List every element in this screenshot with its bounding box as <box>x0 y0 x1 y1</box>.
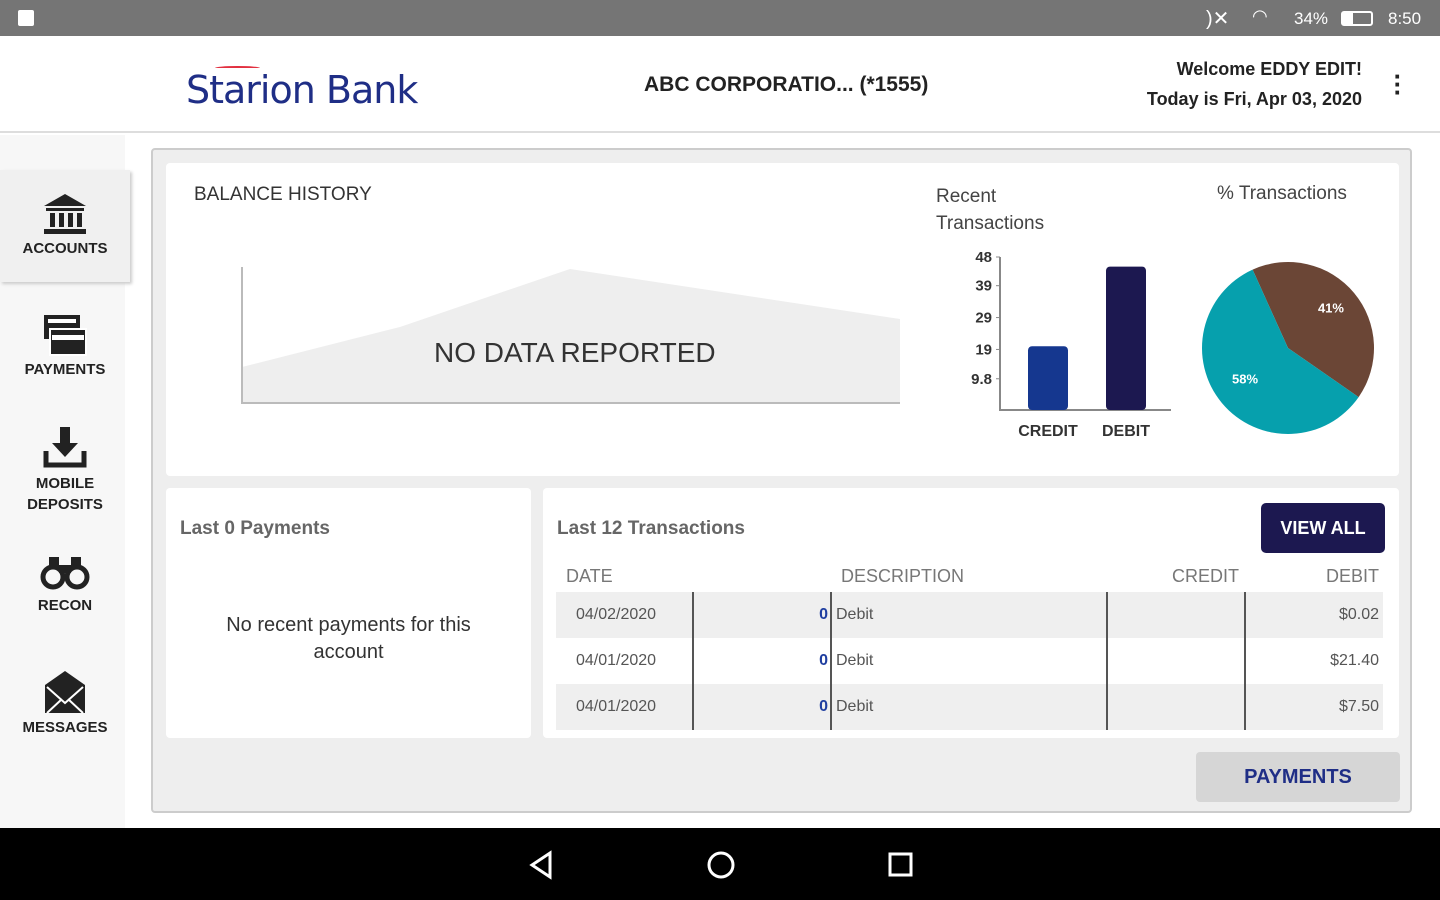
sidebar-item-recon[interactable]: RECON <box>0 553 130 614</box>
sidebar: ACCOUNTS PAYMENTS MOBILE DEPOSITS RECON … <box>0 135 130 828</box>
table-row[interactable]: 04/01/2020 0 Debit $7.50 <box>556 684 1383 730</box>
row-number: 0 <box>692 684 831 730</box>
status-bar: )✕ ◠ 34% 8:50 <box>0 0 1440 36</box>
row-debit: $0.02 <box>1244 592 1383 638</box>
pie-slice-label: 58% <box>1232 372 1258 387</box>
sidebar-item-payments[interactable]: PAYMENTS <box>0 313 130 378</box>
sidebar-label: MESSAGES <box>22 719 108 736</box>
column-debit: DEBIT <box>1325 565 1379 586</box>
row-description: Debit <box>830 638 1107 684</box>
column-date: DATE <box>566 565 613 586</box>
row-debit: $7.50 <box>1244 684 1383 730</box>
balance-card: BALANCE HISTORY NO DATA REPORTED Recent … <box>166 163 1399 476</box>
transactions-card-title: Last 12 Transactions <box>557 518 745 539</box>
row-description: Debit <box>830 592 1107 638</box>
envelope-icon <box>45 671 85 714</box>
bar-debit <box>1106 266 1146 410</box>
balance-history-title: BALANCE HISTORY <box>194 184 372 205</box>
recent-transactions-bar-chart: 9.8 19 29 39 48 CREDIT DEBIT <box>971 249 1171 440</box>
sidebar-label: MOBILE DEPOSITS <box>27 475 103 513</box>
mute-icon: )✕ <box>1206 8 1230 30</box>
table-row[interactable]: 04/01/2020 0 Debit $21.40 <box>556 638 1383 684</box>
transactions-card: Last 12 Transactions VIEW ALL DATE DESCR… <box>543 488 1399 738</box>
payments-card-title: Last 0 Payments <box>180 518 330 539</box>
table-row[interactable]: 04/02/2020 0 Debit $0.02 <box>556 592 1383 638</box>
percent-transactions-pie-chart: 41% 58% <box>1202 262 1374 434</box>
battery-icon <box>1341 11 1373 26</box>
transactions-table: DATE DESCRIPTION CREDIT DEBIT 04/02/2020… <box>556 560 1383 730</box>
sidebar-label: RECON <box>37 597 93 614</box>
recent-transactions-title: Recent Transactions <box>936 186 1045 234</box>
binoculars-icon <box>40 557 90 590</box>
sidebar-label: ACCOUNTS <box>22 240 108 257</box>
sidebar-item-accounts[interactable]: ACCOUNTS <box>0 170 130 282</box>
logo-star-swoosh <box>215 66 260 70</box>
bar-credit <box>1028 346 1068 410</box>
y-tick-label: 39 <box>975 278 992 295</box>
download-icon <box>43 427 87 468</box>
x-tick-label: DEBIT <box>1102 423 1150 440</box>
payments-button[interactable]: PAYMENTS <box>1196 752 1400 802</box>
row-debit: $21.40 <box>1244 638 1383 684</box>
row-number: 0 <box>692 592 831 638</box>
welcome-text: Welcome EDDY EDIT! <box>1176 59 1362 79</box>
row-date: 04/01/2020 <box>576 652 657 669</box>
column-credit: CREDIT <box>1172 565 1239 586</box>
y-tick-label: 9.8 <box>971 371 992 388</box>
percent-transactions-title: % Transactions <box>1217 183 1347 204</box>
sidebar-item-messages[interactable]: MESSAGES <box>0 669 130 736</box>
no-payments-text: No recent payments for this account <box>226 614 471 663</box>
starion-bank-logo: Starion Bank <box>186 68 418 112</box>
row-date: 04/02/2020 <box>576 606 657 623</box>
no-data-text: NO DATA REPORTED <box>434 337 716 368</box>
row-number: 0 <box>692 638 831 684</box>
account-selector[interactable]: ABC CORPORATIO... (*1555) <box>644 73 928 97</box>
clock: 8:50 <box>1388 9 1422 28</box>
y-tick-label: 19 <box>975 341 992 358</box>
android-nav-bar <box>0 828 1440 900</box>
view-all-button[interactable]: VIEW ALL <box>1261 503 1385 553</box>
notification-icon <box>18 10 34 26</box>
payments-card: Last 0 Payments No recent payments for t… <box>166 488 531 738</box>
row-credit <box>1106 638 1245 684</box>
overflow-menu-icon[interactable]: · · · <box>1388 63 1408 105</box>
battery-percent: 34% <box>1294 9 1329 28</box>
row-description: Debit <box>830 684 1107 730</box>
bank-icon <box>44 194 86 234</box>
row-credit <box>1106 684 1245 730</box>
column-description: DESCRIPTION <box>841 565 965 586</box>
app-header: Starion Bank ABC CORPORATIO... (*1555) W… <box>0 36 1440 133</box>
y-tick-label: 48 <box>975 249 992 266</box>
pie-slice-label: 41% <box>1318 300 1344 315</box>
x-tick-label: CREDIT <box>1018 423 1078 440</box>
home-icon[interactable] <box>706 850 736 880</box>
sidebar-label: PAYMENTS <box>24 361 106 378</box>
wifi-icon: ◠ <box>1252 6 1268 26</box>
sidebar-item-mobile-deposits[interactable]: MOBILE DEPOSITS <box>0 425 130 515</box>
dashboard-panel: BALANCE HISTORY NO DATA REPORTED Recent … <box>151 148 1412 813</box>
recents-icon[interactable] <box>887 851 915 879</box>
row-date: 04/01/2020 <box>576 698 657 715</box>
back-icon[interactable] <box>528 850 554 880</box>
date-text: Today is Fri, Apr 03, 2020 <box>1146 89 1362 109</box>
payments-icon <box>44 315 87 356</box>
y-tick-label: 29 <box>975 310 992 327</box>
row-credit <box>1106 592 1245 638</box>
